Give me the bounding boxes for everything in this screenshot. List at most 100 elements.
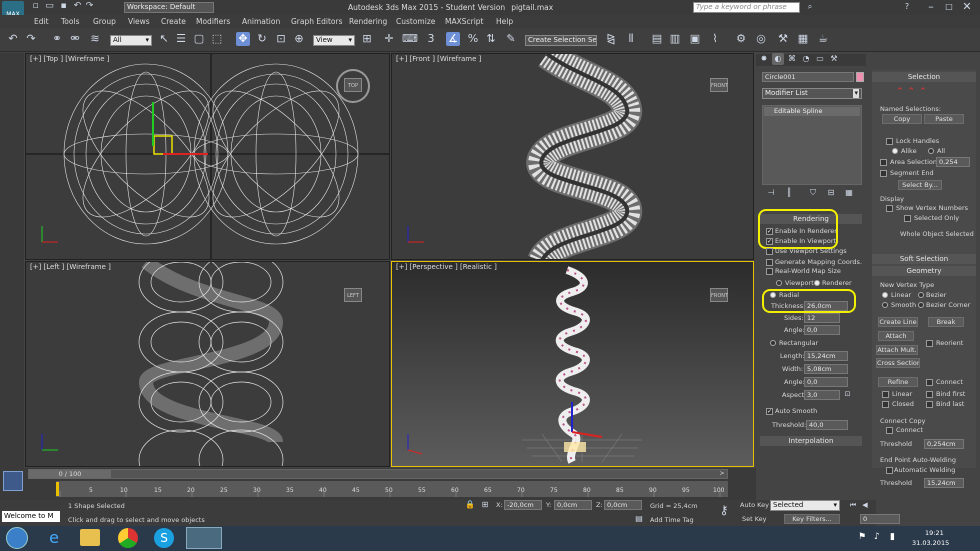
set-key-button[interactable]: Set Key: [742, 515, 767, 523]
modifier-stack[interactable]: Editable Spline: [762, 105, 862, 185]
keyboard-shortcut-icon[interactable]: ⌨: [402, 32, 418, 46]
angle-spinner[interactable]: 0,0: [804, 325, 840, 335]
link-icon[interactable]: ⚭: [50, 32, 64, 46]
area-selection-spinner[interactable]: 0,254: [936, 157, 970, 167]
bezier-corner-radio[interactable]: [918, 302, 924, 308]
help-icon[interactable]: ?: [900, 0, 914, 14]
paste-button[interactable]: Paste: [924, 114, 964, 124]
auto-key-button[interactable]: Auto Key: [740, 501, 769, 509]
menu-modifiers[interactable]: Modifiers: [196, 17, 230, 26]
key-mode-dropdown[interactable]: Selected ▾: [770, 500, 840, 511]
named-selection-sets-icon[interactable]: ✎: [504, 32, 518, 46]
renderer-radio[interactable]: [814, 280, 820, 286]
rendered-frame-icon[interactable]: ▦: [796, 32, 810, 46]
make-unique-icon[interactable]: ⛉: [806, 186, 820, 200]
length-spinner[interactable]: 15,24cm: [804, 351, 848, 361]
unlink-icon[interactable]: ⚮: [68, 32, 82, 46]
aspect-spinner[interactable]: 3,0: [804, 390, 840, 400]
connect-checkbox[interactable]: [926, 379, 933, 386]
select-scale-icon[interactable]: ⊡: [274, 32, 288, 46]
connect2-checkbox[interactable]: [886, 427, 893, 434]
viewcube-persp[interactable]: FRONT: [710, 288, 728, 302]
motion-tab-icon[interactable]: ◔: [800, 53, 812, 65]
menu-tools[interactable]: Tools: [61, 17, 79, 26]
sides-spinner[interactable]: 12: [804, 313, 840, 323]
menu-help[interactable]: Help: [496, 17, 513, 26]
area-selection-checkbox[interactable]: [880, 159, 887, 166]
copy-button[interactable]: Copy: [882, 114, 922, 124]
named-selection-dropdown[interactable]: Create Selection Se▾: [525, 35, 597, 46]
threshold-spinner[interactable]: 40,0: [806, 420, 848, 430]
modifier-list-dropdown[interactable]: Modifier List ▾: [762, 88, 862, 99]
skype-icon[interactable]: S: [154, 528, 174, 548]
chrome-icon[interactable]: [118, 528, 138, 548]
render-setup-icon[interactable]: ⚒: [776, 32, 790, 46]
minimize-icon[interactable]: –: [924, 0, 938, 14]
hierarchy-tab-icon[interactable]: ⌘: [786, 53, 798, 65]
set-key-icon[interactable]: ⚷: [716, 502, 732, 518]
menu-group[interactable]: Group: [93, 17, 116, 26]
configure-sets-icon[interactable]: ▦: [842, 186, 856, 200]
ie-icon[interactable]: e: [44, 528, 64, 548]
aspect-lock-icon[interactable]: ⊡: [843, 389, 852, 399]
viewcube-front[interactable]: FRONT: [710, 78, 728, 92]
bezier-radio[interactable]: [918, 292, 924, 298]
refine-button[interactable]: Refine: [878, 377, 918, 387]
threshold2-spinner[interactable]: 15,24cm: [924, 478, 964, 488]
show-end-result-icon[interactable]: ║: [782, 186, 796, 200]
menu-rendering[interactable]: Rendering: [349, 17, 387, 26]
flag-icon[interactable]: ⚑: [858, 532, 866, 542]
create-tab-icon[interactable]: ✸: [758, 53, 770, 65]
object-name-field[interactable]: Circle001: [762, 72, 854, 82]
width-spinner[interactable]: 5,08cm: [804, 364, 848, 374]
display-tab-icon[interactable]: ▭: [814, 53, 826, 65]
3dsmax-taskbar-icon[interactable]: [186, 527, 222, 549]
x-coord-field[interactable]: -20,0cm: [504, 500, 542, 510]
window-crossing-icon[interactable]: ⬚: [210, 32, 224, 46]
angle-snap-icon[interactable]: ∡: [446, 32, 460, 46]
maxscript-listener[interactable]: Welcome to M: [2, 511, 60, 522]
close-icon[interactable]: ✕: [960, 0, 974, 14]
select-object-icon[interactable]: ↖: [157, 32, 171, 46]
selected-only-checkbox[interactable]: [904, 215, 911, 222]
menu-views[interactable]: Views: [128, 17, 150, 26]
time-slider[interactable]: 0 / 100 >: [28, 469, 728, 479]
save-file-icon[interactable]: ▪: [58, 1, 69, 12]
closed-checkbox[interactable]: [882, 401, 889, 408]
angle2-spinner[interactable]: 0,0: [804, 377, 848, 387]
interpolation-rollout-header[interactable]: Interpolation: [760, 436, 862, 446]
selection-rollout-header[interactable]: Selection: [872, 72, 976, 82]
material-editor-icon[interactable]: ◎: [754, 32, 768, 46]
render-production-icon[interactable]: ☕: [816, 32, 830, 46]
binoculars-icon[interactable]: ⌕: [803, 0, 817, 14]
rect-selection-icon[interactable]: ▢: [192, 32, 206, 46]
start-button[interactable]: [6, 527, 28, 549]
go-to-start-icon[interactable]: ⏮: [848, 500, 858, 510]
menu-create[interactable]: Create: [161, 17, 186, 26]
menu-maxscript[interactable]: MAXScript: [445, 17, 484, 26]
linear-radio[interactable]: [882, 292, 888, 298]
remove-modifier-icon[interactable]: ⊟: [824, 186, 838, 200]
create-line-button[interactable]: Create Line: [878, 317, 918, 327]
viewport-radio[interactable]: [776, 280, 782, 286]
maximize-icon[interactable]: □: [942, 0, 956, 14]
viewcube-left[interactable]: LEFT: [344, 288, 362, 302]
selection-level-icons[interactable]: ⌃⌃⌃: [896, 87, 931, 97]
select-by-button[interactable]: Select By...: [898, 180, 942, 190]
redo-quick-icon[interactable]: ↷: [84, 1, 95, 12]
key-filters-button[interactable]: Key Filters...: [784, 514, 840, 524]
selection-filter-dropdown[interactable]: All ▾: [110, 35, 152, 46]
smooth-radio[interactable]: [882, 302, 888, 308]
cross-section-button[interactable]: Cross Section: [876, 358, 920, 368]
align-icon[interactable]: ⫴: [624, 32, 638, 46]
select-manipulate-icon[interactable]: ✛: [382, 32, 396, 46]
workspace-dropdown[interactable]: Workspace: Default: [124, 2, 214, 13]
bind-first-checkbox[interactable]: [926, 391, 933, 398]
pin-stack-icon[interactable]: ⊣: [764, 186, 778, 200]
undo-quick-icon[interactable]: ↶: [72, 1, 83, 12]
viewport-front[interactable]: [+] [Front ] [Wireframe ] FRONT: [391, 53, 754, 260]
time-slider-arrow-right[interactable]: >: [717, 470, 727, 478]
viewport-perspective[interactable]: [+] [Perspective ] [Realistic ] FRONT: [391, 261, 754, 467]
alike-radio[interactable]: [892, 148, 898, 154]
select-place-icon[interactable]: ⊕: [292, 32, 306, 46]
